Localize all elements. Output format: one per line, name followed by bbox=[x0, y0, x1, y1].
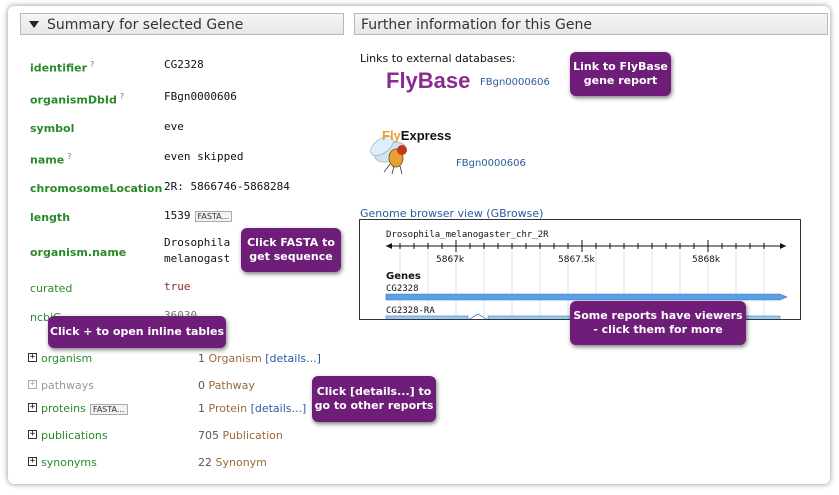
field-label-chromosomelocation: chromosomeLocation bbox=[30, 182, 163, 195]
ruler-axis bbox=[386, 240, 786, 252]
flybase-id-link[interactable]: FBgn0000606 bbox=[480, 77, 550, 88]
callout-flybase: Link to FlyBase gene report bbox=[570, 52, 671, 96]
fly-icon: FlyExpress bbox=[370, 128, 451, 175]
flyexpress-logo[interactable]: FlyExpress bbox=[360, 128, 470, 176]
field-value-organism-name-line1: Drosophila bbox=[164, 236, 231, 249]
collection-pathways-count: 0 Pathway bbox=[198, 379, 255, 392]
field-label-organismdbid: organismDbId? bbox=[30, 92, 125, 107]
transcript-label: CG2328-RA bbox=[386, 306, 435, 316]
field-value-length: 1539 FASTA... bbox=[164, 209, 233, 222]
gene-bar bbox=[385, 293, 788, 301]
callout-viewers: Some reports have viewers - click them f… bbox=[570, 301, 746, 345]
flyexpress-id-link[interactable]: FBgn0000606 bbox=[456, 158, 526, 169]
field-value-symbol: eve bbox=[164, 120, 184, 133]
field-label-name: name? bbox=[30, 152, 72, 167]
callout-plus: Click + to open inline tables bbox=[48, 316, 226, 348]
collection-synonyms-count: 22 Synonym bbox=[198, 456, 267, 469]
organism-link[interactable]: Organism bbox=[209, 352, 262, 365]
protein-details-link[interactable]: [details...] bbox=[251, 402, 307, 415]
help-icon[interactable]: ? bbox=[120, 92, 124, 101]
flybase-logo[interactable]: FlyBase bbox=[386, 68, 470, 94]
tick-label: 5868k bbox=[692, 255, 721, 265]
field-label-symbol: symbol bbox=[30, 122, 75, 135]
tick-label: 5867.5k bbox=[558, 255, 595, 265]
report-window: Summary for selected Gene Further inform… bbox=[8, 6, 830, 484]
genes-track-title: Genes bbox=[386, 271, 421, 282]
field-value-name: even skipped bbox=[164, 150, 244, 163]
field-label-organism-name: organism.name bbox=[30, 246, 127, 259]
expand-plus-icon[interactable]: + bbox=[28, 430, 37, 439]
external-links-label: Links to external databases: bbox=[360, 52, 516, 65]
field-value-organismdbid: FBgn0000606 bbox=[164, 90, 237, 103]
callout-details: Click [details...] to go to other report… bbox=[312, 376, 436, 422]
flyexpress-logo-text: FlyExpress bbox=[382, 128, 451, 143]
intron-line bbox=[467, 313, 489, 321]
gene-label: CG2328 bbox=[386, 284, 419, 294]
callout-fasta: Click FASTA to get sequence bbox=[241, 228, 341, 272]
field-value-chromosomelocation: 2R: 5866746-5868284 bbox=[164, 180, 290, 193]
exon-1 bbox=[385, 315, 469, 325]
synonym-link[interactable]: Synonym bbox=[216, 456, 267, 469]
collection-publications[interactable]: publications bbox=[41, 429, 108, 442]
summary-panel-title: Summary for selected Gene bbox=[47, 17, 244, 33]
help-icon[interactable]: ? bbox=[90, 60, 94, 69]
chromosome-label: Drosophila_melanogaster_chr_2R bbox=[386, 230, 549, 240]
field-value-curated: true bbox=[164, 280, 191, 293]
field-label-curated: curated bbox=[30, 282, 73, 295]
collection-organism[interactable]: organism bbox=[41, 352, 92, 365]
pathway-link[interactable]: Pathway bbox=[209, 379, 255, 392]
collection-pathways: pathways bbox=[41, 379, 94, 392]
field-label-identifier: identifier? bbox=[30, 60, 95, 75]
summary-panel-header[interactable]: Summary for selected Gene bbox=[20, 13, 344, 35]
field-label-length: length bbox=[30, 211, 71, 224]
publication-link[interactable]: Publication bbox=[223, 429, 283, 442]
collection-proteins-count: 1 Protein [details...] bbox=[198, 402, 307, 415]
field-value-identifier: CG2328 bbox=[164, 58, 204, 71]
expand-plus-icon[interactable]: + bbox=[28, 353, 37, 362]
tick-label: 5867k bbox=[436, 255, 465, 265]
collapse-triangle-icon[interactable] bbox=[29, 20, 39, 28]
expand-plus-icon: + bbox=[28, 379, 37, 389]
help-icon[interactable]: ? bbox=[67, 152, 71, 161]
organism-details-link[interactable]: [details...] bbox=[265, 352, 321, 365]
expand-plus-icon[interactable]: + bbox=[28, 457, 37, 466]
further-info-panel-header: Further information for this Gene bbox=[354, 13, 828, 35]
collection-proteins[interactable]: proteins FASTA... bbox=[41, 402, 128, 415]
collection-publications-count: 705 Publication bbox=[198, 429, 283, 442]
collection-organism-count: 1 Organism [details...] bbox=[198, 352, 321, 365]
expand-plus-icon[interactable]: + bbox=[28, 403, 37, 412]
further-info-title: Further information for this Gene bbox=[361, 17, 592, 33]
length-fasta-button[interactable]: FASTA... bbox=[194, 210, 233, 222]
field-value-organism-name-line2: melanogast bbox=[164, 252, 231, 265]
proteins-fasta-button[interactable]: FASTA... bbox=[89, 403, 128, 415]
collection-synonyms[interactable]: synonyms bbox=[41, 456, 97, 469]
protein-link[interactable]: Protein bbox=[209, 402, 248, 415]
